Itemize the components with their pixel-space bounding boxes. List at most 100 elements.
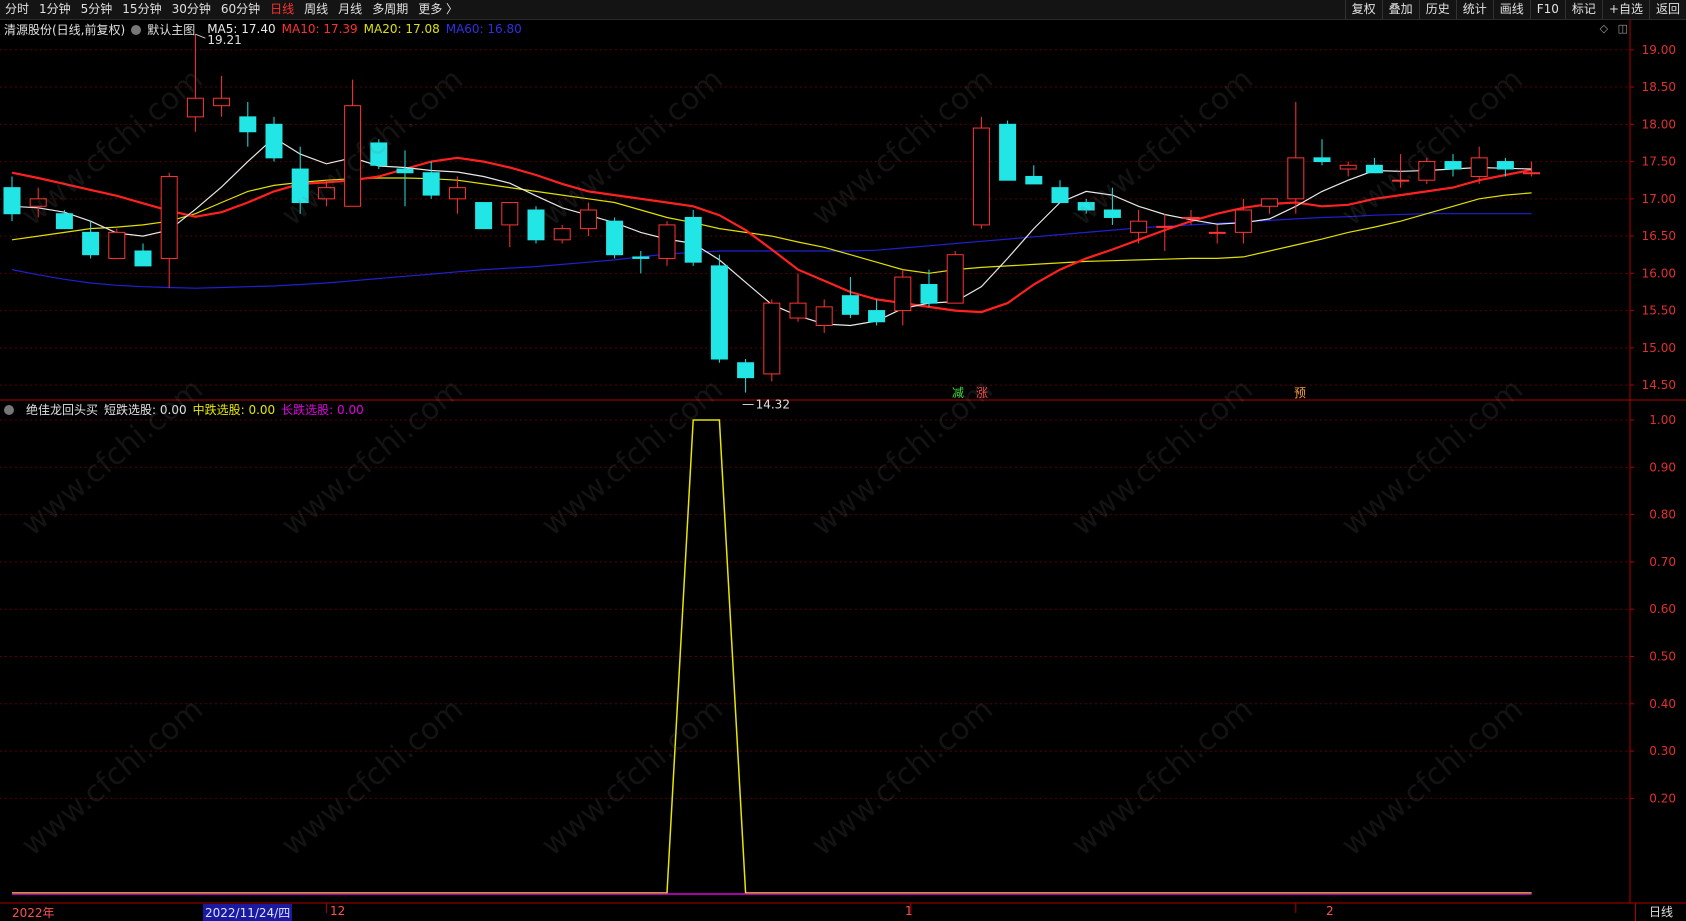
tab-period-10[interactable]: 更多 〉 (413, 0, 463, 19)
date-label-dec: 12 (330, 904, 346, 918)
candle-body (1418, 161, 1436, 181)
candle-body (186, 97, 204, 118)
candle-body (344, 105, 362, 207)
candle-body (213, 97, 231, 107)
price-tick-label: 16.00 (1642, 266, 1676, 280)
candle-body (1392, 179, 1410, 182)
candle-body (999, 123, 1017, 181)
indicator-tick-label: 0.20 (1649, 791, 1676, 805)
indicator-info-bar: 绝佳龙回头买 短跌选股: 0.00 中跌选股: 0.00 长跌选股: 0.00 (4, 401, 370, 417)
candle-body (1208, 231, 1226, 234)
panel-icon[interactable]: ◫ (1618, 22, 1628, 35)
price-tick-label: 19.00 (1642, 43, 1676, 57)
candle-body (1234, 209, 1252, 233)
signal-forecast: 预 (1294, 386, 1306, 400)
candle-body (1339, 164, 1357, 170)
date-label-year: 2022年 (12, 906, 55, 920)
tool-button-2[interactable]: 历史 (1418, 0, 1456, 19)
tab-period-0[interactable]: 分时 (0, 0, 34, 19)
ma10-value: MA10: 17.39 (281, 22, 358, 36)
tool-button-4[interactable]: 画线 (1492, 0, 1530, 19)
candle-body (1025, 175, 1043, 185)
candle-body (108, 231, 126, 259)
period-toolbar: 分时 1分钟 5分钟 15分钟 30分钟 60分钟 日线 周线 月线 多周期 更多 〉 复权 叠加 历史… (0, 0, 1686, 20)
candle-body (448, 187, 466, 200)
candle (606, 217, 624, 259)
tab-period-6[interactable]: 日线 (265, 0, 299, 19)
price-tick-label: 17.00 (1642, 192, 1676, 206)
candle (527, 206, 545, 244)
tab-period-9[interactable]: 多周期 (367, 0, 413, 19)
indicator-toggle[interactable] (4, 402, 20, 416)
candle-body (553, 228, 571, 241)
candle-body (632, 256, 650, 259)
candle-body (1077, 202, 1095, 211)
candle (1418, 157, 1436, 184)
main-chart-selector[interactable]: 默认主图 (131, 21, 201, 38)
tool-button-5[interactable]: F10 (1529, 0, 1565, 19)
candle-body (920, 284, 938, 304)
candle-body (815, 306, 833, 326)
candle-body (82, 231, 100, 256)
candle (999, 120, 1017, 181)
toggle-icon (4, 404, 14, 415)
candle-body (1365, 164, 1383, 174)
candle-body (527, 209, 545, 241)
indicator-tick-label: 0.80 (1649, 508, 1676, 522)
candle-body (946, 254, 964, 304)
candle-body (684, 216, 702, 263)
candle-body (1523, 172, 1541, 175)
tool-button-1[interactable]: 叠加 (1381, 0, 1419, 19)
mid-drop-value: 中跌选股: 0.00 (192, 402, 276, 417)
ma20-value: MA20: 17.08 (363, 22, 440, 36)
period-label[interactable]: 日线 (1635, 903, 1686, 921)
candle-body (501, 202, 519, 226)
tool-button-8[interactable]: 返回 (1648, 0, 1686, 19)
tab-period-5[interactable]: 60分钟 (216, 0, 265, 19)
price-tick-label: 14.50 (1642, 378, 1676, 392)
tool-button-3[interactable]: 统计 (1455, 0, 1493, 19)
candle (684, 210, 702, 266)
tab-period-2[interactable]: 5分钟 (76, 0, 118, 19)
candle-body (134, 250, 152, 267)
candle (475, 202, 493, 230)
long-drop-value: 长跌选股: 0.00 (281, 402, 364, 417)
candle-body (422, 172, 440, 196)
indicator-tick-label: 0.30 (1649, 744, 1676, 758)
candle (108, 228, 126, 259)
indicator-tick-label: 0.90 (1649, 460, 1676, 474)
date-label-feb: 2 (1326, 904, 1334, 918)
tab-period-7[interactable]: 周线 (299, 0, 333, 19)
panel-controls: ◇ ◫ (1594, 22, 1628, 35)
price-tick-label: 18.50 (1642, 80, 1676, 94)
candle-body (1156, 225, 1174, 228)
candle-body (1182, 216, 1200, 219)
main-chart-label: 默认主图 (147, 22, 196, 37)
kline-chart[interactable]: 19.00 18.50 18.00 17.50 17.00 16.50 16.00 15.50… (0, 0, 1686, 921)
candle-body (317, 187, 335, 200)
ma5-value: MA5: 17.40 (207, 22, 276, 36)
indicator-tick-label: 0.40 (1649, 697, 1676, 711)
candle-body (1470, 157, 1488, 177)
tab-period-4[interactable]: 30分钟 (167, 0, 216, 19)
candle-body (841, 295, 859, 315)
tool-button-0[interactable]: 复权 (1344, 0, 1382, 19)
candle-body (894, 276, 912, 312)
candle-body (972, 127, 990, 226)
tool-button-6[interactable]: 标记 (1564, 0, 1602, 19)
tab-period-3[interactable]: 15分钟 (117, 0, 166, 19)
low-label: 14.32 (756, 398, 790, 412)
candle-body (1444, 161, 1462, 170)
diamond-icon[interactable]: ◇ (1600, 22, 1608, 35)
tab-period-8[interactable]: 月线 (333, 0, 367, 19)
candle-body (789, 302, 807, 319)
candle-body (370, 142, 388, 166)
candle-body (160, 175, 178, 259)
signal-rise: 涨 (976, 385, 988, 400)
tool-button-7[interactable]: +自选 (1601, 0, 1649, 19)
candle-body (658, 224, 676, 259)
date-label-selected: 2022/11/24/四 (203, 904, 293, 921)
candle (710, 254, 728, 363)
date-label-jan: 1 (905, 904, 913, 918)
tab-period-1[interactable]: 1分钟 (34, 0, 76, 19)
